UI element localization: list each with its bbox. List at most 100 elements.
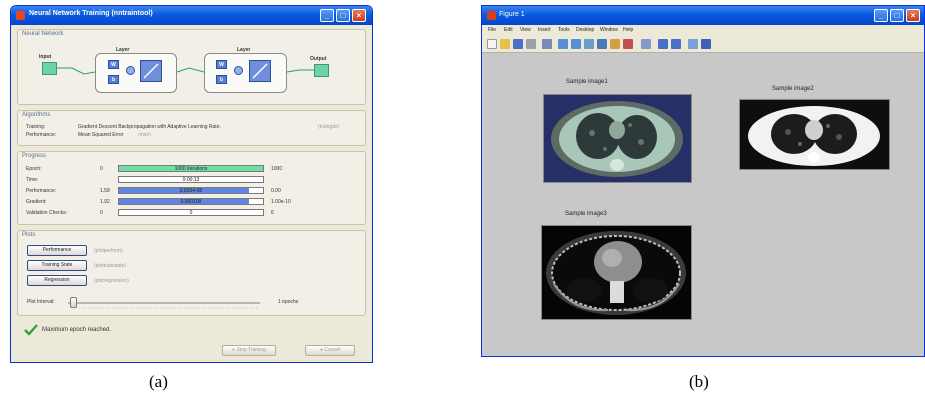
progress-row-start: 1.92 (100, 199, 110, 205)
maximize-button[interactable]: □ (336, 9, 350, 22)
progress-bar-text: 0 (189, 210, 193, 216)
maximize-icon: □ (894, 11, 900, 20)
menu-view[interactable]: View (520, 27, 531, 33)
matlab-app-icon (16, 11, 25, 20)
performance-link[interactable]: (mse) (138, 132, 151, 138)
menu-desktop[interactable]: Desktop (576, 27, 594, 33)
progress-bar-text: 0.000109 (180, 199, 202, 205)
zoom-out-icon[interactable] (571, 39, 581, 49)
progress-row: Time: 0:00:13 (18, 176, 367, 185)
progress-bar-text: 0:00:13 (182, 177, 200, 183)
maximize-button[interactable]: □ (890, 9, 904, 22)
menu-file[interactable]: File (488, 27, 496, 33)
training-state-plot-link[interactable]: (plottrainstate) (94, 263, 126, 269)
caption-b: (b) (689, 372, 709, 391)
slider-tick-marks (73, 307, 259, 309)
progress-group-label: Progress (22, 153, 47, 159)
zoom-in-icon[interactable] (558, 39, 568, 49)
plot-interval-label: Plot Interval: (27, 299, 55, 305)
menu-tools[interactable]: Tools (558, 27, 570, 33)
progress-row-end: 1000 (271, 166, 283, 172)
ct-scan-image2 (740, 100, 889, 169)
hide-plot-tools-icon[interactable] (688, 39, 698, 49)
performance-plot-button[interactable]: Performance (27, 245, 87, 256)
cancel-label: Cancel (324, 347, 340, 353)
progress-bar-text: 0.0264-05 (179, 188, 203, 194)
close-icon: × (910, 11, 916, 20)
sample-image1 (543, 94, 692, 183)
menu-bar: File Edit View Insert Tools Desktop Wind… (482, 25, 924, 36)
progress-row: Gradient: 1.92 0.000109 1.00e-10 (18, 198, 367, 207)
performance-label: Performance: (26, 132, 57, 138)
window-title: Figure 1 (499, 11, 525, 18)
caption-a: (a) (149, 372, 168, 391)
save-icon[interactable] (513, 39, 523, 49)
progress-row-start: 0 (100, 166, 103, 172)
plot-interval-slider-track[interactable] (68, 302, 260, 304)
brush-icon[interactable] (623, 39, 633, 49)
progress-row: Validation Checks: 0 0 6 (18, 209, 367, 218)
menu-help[interactable]: Help (623, 27, 633, 33)
performance-value: Mean Squared Error (78, 132, 124, 138)
progress-row-label: Time: (26, 177, 39, 183)
progress-bar: 1000 iterations (118, 165, 264, 172)
ct-scan-image1 (544, 95, 691, 182)
neural-network-group: Neural Network Input Layer W b Layer W b… (17, 29, 366, 105)
close-button[interactable]: × (352, 9, 366, 22)
progress-bar: 0.000109 (118, 198, 264, 205)
sample-image2 (739, 99, 890, 170)
progress-bar-text: 1000 iterations (174, 166, 208, 172)
checkmark-icon (24, 324, 38, 336)
algorithms-group-label: Algorithms (22, 112, 51, 118)
close-icon: × (356, 11, 362, 20)
algorithms-group: Algorithms Training: Gradient Descent Ba… (17, 110, 366, 146)
stop-training-label: Stop Training (236, 347, 266, 353)
link-plot-icon[interactable] (641, 39, 651, 49)
training-value: Gradient Descent Backpropagation with Ad… (78, 124, 221, 130)
data-cursor-icon[interactable] (610, 39, 620, 49)
close-button[interactable]: × (906, 9, 920, 22)
pan-icon[interactable] (584, 39, 594, 49)
training-state-plot-button[interactable]: Training State (27, 260, 87, 271)
rotate-3d-icon[interactable] (597, 39, 607, 49)
new-figure-icon[interactable] (487, 39, 497, 49)
ct-scan-image3 (542, 226, 691, 319)
network-connections (57, 67, 314, 75)
training-link[interactable]: (traingdx) (318, 124, 339, 130)
minimize-button[interactable]: _ (320, 9, 334, 22)
edit-plot-icon[interactable] (542, 39, 552, 49)
regression-plot-button[interactable]: Regression (27, 275, 87, 286)
progress-row-label: Validation Checks: (26, 210, 68, 216)
stop-training-button[interactable]: ● Stop Training (222, 345, 276, 356)
figure-window: Figure 1 _ □ × File Edit View Insert Too… (481, 5, 925, 357)
progress-row: Epoch: 0 1000 iterations 1000 (18, 165, 367, 174)
progress-row-label: Gradient: (26, 199, 47, 205)
progress-row-start: 0 (100, 210, 103, 216)
menu-insert[interactable]: Insert (538, 27, 551, 33)
plots-group: Plots Performance (plotperform) Training… (17, 230, 366, 316)
progress-row-start: 1.58 (100, 188, 110, 194)
open-file-icon[interactable] (500, 39, 510, 49)
sample-image1-title: Sample image1 (566, 79, 608, 85)
minimize-icon: _ (878, 11, 884, 20)
regression-plot-link[interactable]: (plotregression) (94, 278, 129, 284)
insert-legend-icon[interactable] (671, 39, 681, 49)
maximize-icon: □ (340, 11, 346, 20)
progress-row-end: 6 (271, 210, 274, 216)
insert-colorbar-icon[interactable] (658, 39, 668, 49)
menu-edit[interactable]: Edit (504, 27, 513, 33)
performance-plot-link[interactable]: (plotperform) (94, 248, 123, 254)
menu-window[interactable]: Window (600, 27, 618, 33)
title-bar[interactable]: Neural Network Training (nntraintool) _ … (11, 6, 372, 25)
matlab-figure-icon (487, 11, 496, 20)
title-bar[interactable]: Figure 1 _ □ × (482, 6, 924, 25)
cancel-button[interactable]: ● Cancel (305, 345, 355, 356)
figure-toolbar (482, 36, 924, 53)
minimize-button[interactable]: _ (874, 9, 888, 22)
progress-bar: 0.0264-05 (118, 187, 264, 194)
print-icon[interactable] (526, 39, 536, 49)
sample-image3-title: Sample image3 (565, 211, 607, 217)
status-text: Maximum epoch reached. (42, 327, 112, 333)
show-plot-tools-icon[interactable] (701, 39, 711, 49)
progress-row-label: Performance: (26, 188, 57, 194)
